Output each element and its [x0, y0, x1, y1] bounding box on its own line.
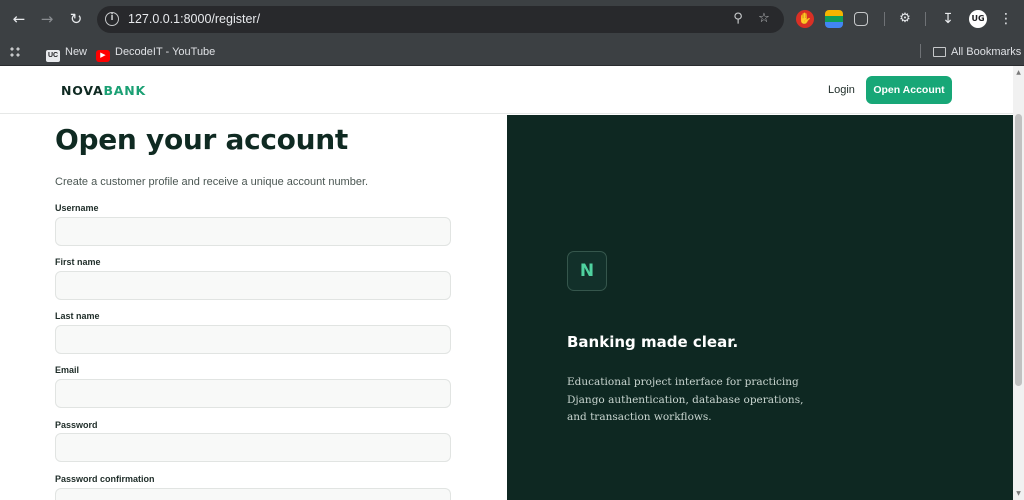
first-name-label: First name: [55, 257, 101, 267]
reload-icon[interactable]: ↻: [65, 8, 87, 30]
scroll-down-arrow-icon[interactable]: ▼: [1015, 490, 1022, 497]
extension-shield-icon[interactable]: ✋: [796, 10, 814, 28]
scrollbar-thumb[interactable]: [1015, 114, 1022, 386]
incognito-icon[interactable]: ⚙: [896, 10, 914, 28]
password-confirmation-label: Password confirmation: [55, 474, 155, 484]
email-input[interactable]: [55, 379, 451, 408]
last-name-label: Last name: [55, 311, 100, 321]
address-bar[interactable]: i 127.0.0.1:8000/register/ ⚲ ☆: [97, 6, 784, 33]
forward-icon[interactable]: →: [36, 8, 58, 30]
promo-panel: N Banking made clear. Educational projec…: [507, 115, 1013, 500]
toolbar-divider: [884, 12, 885, 26]
promo-description: Educational project interface for practi…: [567, 376, 804, 423]
bookmark-star-icon[interactable]: ☆: [755, 10, 773, 28]
bookmarks-divider: [920, 44, 921, 58]
brand-badge-icon: N: [567, 251, 607, 291]
password-confirmation-input[interactable]: [55, 488, 451, 500]
scroll-up-arrow-icon[interactable]: ▲: [1015, 69, 1022, 76]
address-url[interactable]: 127.0.0.1:8000/register/: [128, 12, 260, 26]
bookmark-label: DecodeIT - YouTube: [115, 46, 216, 58]
password-input[interactable]: [55, 433, 451, 462]
apps-grid-icon[interactable]: [9, 43, 23, 61]
site-info-icon[interactable]: i: [105, 12, 119, 26]
username-label: Username: [55, 203, 99, 213]
profile-avatar[interactable]: UG: [969, 10, 987, 28]
bookmark-label: New: [65, 46, 88, 58]
back-icon[interactable]: ←: [8, 8, 30, 30]
toolbar-divider: [925, 12, 926, 26]
uc-icon: UC: [46, 50, 60, 62]
page-subtitle: Create a customer profile and receive a …: [55, 176, 369, 188]
registration-form: Open your account Create a customer prof…: [0, 115, 507, 500]
username-input[interactable]: [55, 217, 451, 246]
novabank-logo[interactable]: NOVABANK: [61, 83, 146, 98]
download-icon[interactable]: ↧: [939, 10, 957, 28]
all-bookmarks-label: All Bookmarks: [951, 46, 1022, 58]
site-header: NOVABANK Login Open Account: [0, 66, 1013, 114]
browser-menu-icon[interactable]: ⋮: [997, 10, 1015, 28]
bookmark-new[interactable]: UC New: [46, 43, 88, 62]
zoom-icon[interactable]: ⚲: [729, 10, 747, 28]
youtube-icon: ▶: [96, 50, 110, 62]
open-account-button[interactable]: Open Account: [866, 76, 952, 104]
folder-icon: [933, 47, 946, 57]
login-link[interactable]: Login: [828, 84, 855, 96]
bookmark-decodeit-youtube[interactable]: ▶ DecodeIT - YouTube: [96, 43, 216, 62]
last-name-input[interactable]: [55, 325, 451, 354]
email-label: Email: [55, 365, 80, 375]
page-title: Open your account: [55, 123, 348, 156]
extensions-puzzle-icon[interactable]: [854, 12, 868, 26]
password-label: Password: [55, 420, 98, 430]
first-name-input[interactable]: [55, 271, 451, 300]
extension-colorful-icon[interactable]: [825, 10, 843, 28]
all-bookmarks[interactable]: All Bookmarks: [933, 43, 1021, 61]
promo-title: Banking made clear.: [567, 333, 739, 351]
